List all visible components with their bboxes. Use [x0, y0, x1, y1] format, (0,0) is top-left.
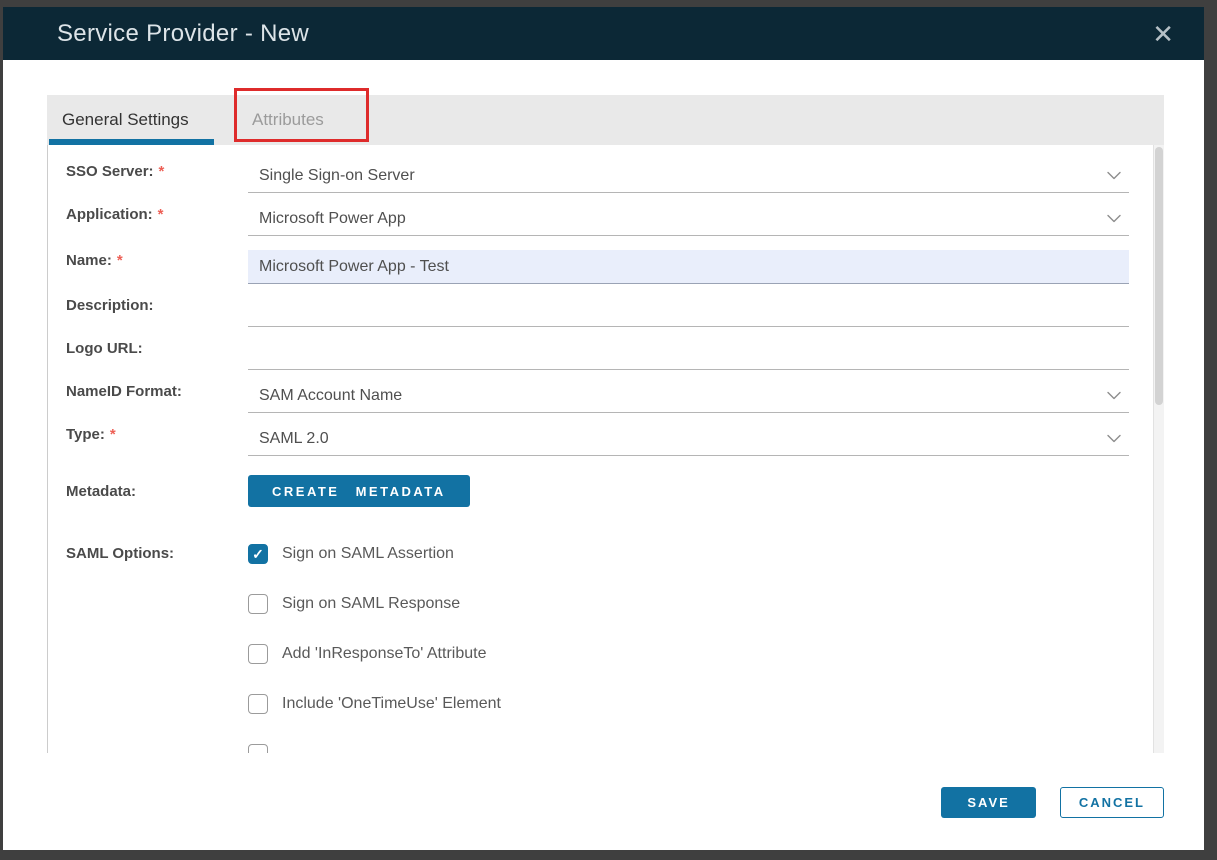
- saml-option-item[interactable]: ✓ Add 'InResponseTo' Attribute: [248, 644, 1129, 664]
- form-field-row: Application: * Microsoft Power App: [66, 193, 1129, 236]
- field-value: Microsoft Power App: [259, 209, 406, 227]
- saml-options-list: ✓ Sign on SAML Assertion ✓ Sign on SAML …: [248, 544, 1129, 753]
- dialog-title: Service Provider - New: [57, 19, 310, 47]
- field-control[interactable]: SAM Account Name: [248, 379, 1129, 413]
- vertical-scrollbar[interactable]: [1153, 145, 1164, 753]
- field-label: Logo URL:: [66, 340, 143, 357]
- saml-options-label: SAML Options:: [66, 545, 175, 562]
- saml-option-label: Include 'OneTimeUse' Element: [282, 695, 501, 712]
- create-metadata-button[interactable]: CREATE METADATA: [248, 475, 470, 507]
- form-fields: SSO Server: * Single Sign-on Server Appl…: [66, 150, 1129, 456]
- field-control[interactable]: [248, 336, 1129, 370]
- tab-general-settings[interactable]: General Settings: [47, 95, 216, 145]
- chevron-down-icon[interactable]: [1107, 214, 1121, 223]
- form-field-row: NameID Format: * SAM Account Name: [66, 370, 1129, 413]
- chevron-down-icon[interactable]: [1107, 171, 1121, 180]
- field-label: Description:: [66, 297, 154, 314]
- chevron-down-icon[interactable]: [1107, 434, 1121, 443]
- field-value: SAML 2.0: [259, 429, 329, 447]
- field-value: SAM Account Name: [259, 386, 403, 404]
- form-field-row: Description: *: [66, 284, 1129, 327]
- required-asterisk: *: [116, 251, 123, 269]
- tab-attributes[interactable]: Attributes: [234, 88, 369, 145]
- saml-option-item[interactable]: ✓ Sign on SAML Response: [248, 594, 1129, 614]
- required-asterisk: *: [157, 206, 164, 223]
- chevron-down-icon[interactable]: [1107, 391, 1121, 400]
- tab-attributes-label: Attributes: [252, 110, 324, 129]
- close-icon[interactable]: ✕: [1146, 19, 1180, 49]
- checkbox-icon[interactable]: ✓: [248, 594, 268, 614]
- field-control[interactable]: Microsoft Power App: [248, 202, 1129, 236]
- saml-option-label: Sign on SAML Response: [282, 595, 461, 612]
- saml-options-row: SAML Options: ✓ Sign on SAML Assertion ✓…: [66, 544, 1129, 753]
- tab-bar: General Settings Attributes: [47, 88, 1164, 145]
- scrollbar-thumb[interactable]: [1155, 147, 1163, 405]
- field-value: Single Sign-on Server: [259, 166, 415, 184]
- field-label: Application:: [66, 206, 153, 223]
- checkbox-icon[interactable]: ✓: [248, 644, 268, 664]
- saml-option-item[interactable]: ✓: [248, 744, 1129, 753]
- field-control[interactable]: Microsoft Power App - Test: [248, 250, 1129, 284]
- dialog-footer: SAVE CANCEL: [941, 787, 1164, 818]
- form-field-row: Name: * Microsoft Power App - Test: [66, 236, 1129, 284]
- saml-option-label: Sign on SAML Assertion: [282, 545, 454, 562]
- field-label: Type:: [66, 426, 105, 443]
- checkbox-icon[interactable]: ✓: [248, 744, 268, 753]
- field-control[interactable]: SAML 2.0: [248, 422, 1129, 456]
- form-field-row: Type: * SAML 2.0: [66, 413, 1129, 456]
- form-field-row: SSO Server: * Single Sign-on Server: [66, 150, 1129, 193]
- field-label: SSO Server:: [66, 163, 154, 180]
- saml-option-item[interactable]: ✓ Sign on SAML Assertion: [248, 544, 1129, 564]
- saml-option-item[interactable]: ✓ Include 'OneTimeUse' Element: [248, 694, 1129, 714]
- field-control[interactable]: Single Sign-on Server: [248, 159, 1129, 193]
- field-label: NameID Format:: [66, 383, 182, 400]
- screenshot-frame: Service Provider - New ✕ General Setting…: [0, 0, 1217, 860]
- saml-option-label: Add 'InResponseTo' Attribute: [282, 645, 487, 662]
- service-provider-dialog: Service Provider - New ✕ General Setting…: [3, 7, 1204, 850]
- field-control[interactable]: [248, 293, 1129, 327]
- general-settings-panel: SSO Server: * Single Sign-on Server Appl…: [47, 145, 1164, 753]
- form: SSO Server: * Single Sign-on Server Appl…: [48, 145, 1164, 753]
- checkbox-icon[interactable]: ✓: [248, 694, 268, 714]
- field-label: Name:: [66, 251, 112, 269]
- required-asterisk: *: [109, 426, 116, 443]
- field-label-saml-options: SAML Options:: [66, 544, 248, 753]
- field-label-metadata: Metadata:: [66, 483, 248, 500]
- checkbox-icon[interactable]: ✓: [248, 544, 268, 564]
- form-field-row: Logo URL: *: [66, 327, 1129, 370]
- cancel-button[interactable]: CANCEL: [1059, 787, 1164, 818]
- metadata-row: Metadata: CREATE METADATA: [66, 469, 1129, 513]
- field-value: Microsoft Power App - Test: [259, 257, 449, 275]
- metadata-label: Metadata:: [66, 482, 137, 500]
- save-button[interactable]: SAVE: [941, 787, 1036, 818]
- dialog-header: Service Provider - New ✕: [3, 7, 1204, 60]
- tab-general-settings-label: General Settings: [62, 110, 189, 129]
- required-asterisk: *: [158, 163, 165, 180]
- check-icon: ✓: [252, 546, 264, 562]
